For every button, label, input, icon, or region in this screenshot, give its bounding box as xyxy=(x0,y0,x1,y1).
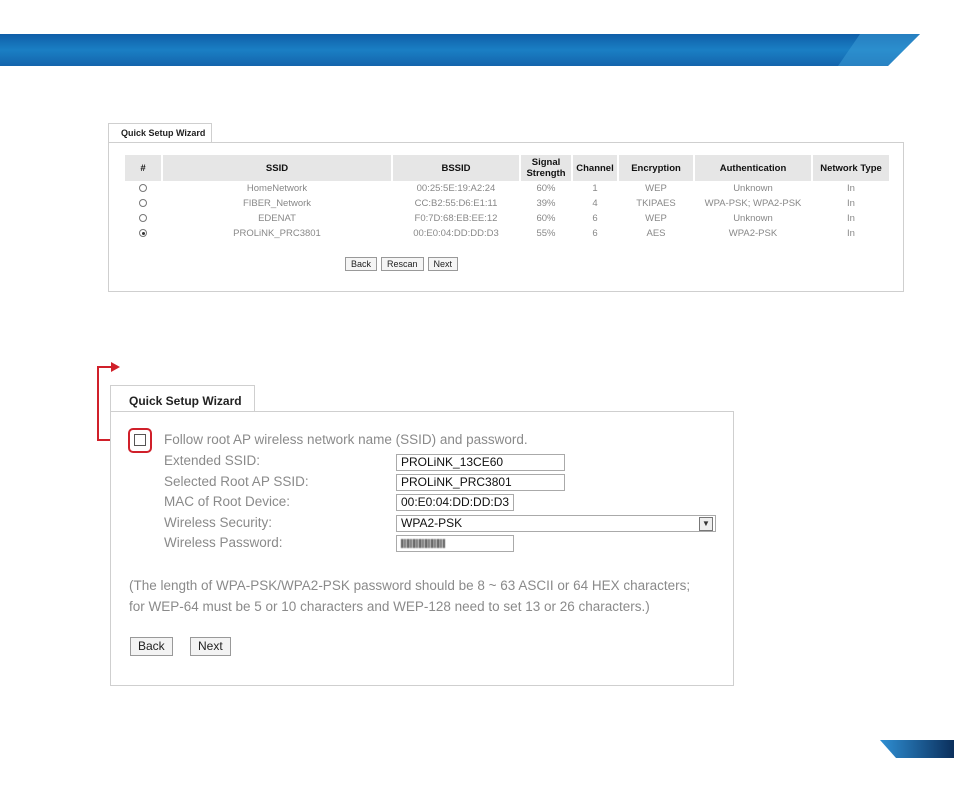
cell-network-type: In xyxy=(847,213,855,224)
cell-channel: 4 xyxy=(592,198,598,209)
follow-root-label: Follow root AP wireless network name (SS… xyxy=(164,432,528,447)
survey-button-row: Back Rescan Next xyxy=(345,257,459,271)
cell-network-type: In xyxy=(847,198,855,209)
cell-authentication: Unknown xyxy=(733,183,773,194)
radio-button[interactable] xyxy=(139,184,147,193)
follow-root-checkbox[interactable] xyxy=(134,434,146,446)
cell-encryption: WEP xyxy=(645,183,667,194)
row-radio[interactable] xyxy=(125,196,161,211)
row-radio[interactable] xyxy=(125,226,161,241)
col-index: # xyxy=(125,155,161,181)
col-authentication: Authentication xyxy=(695,155,811,181)
cell-bssid: F0:7D:68:EB:EE:12 xyxy=(414,213,498,224)
radio-button-selected[interactable] xyxy=(139,229,147,238)
table-row[interactable]: HomeNetwork 00:25:5E:19:A2:24 60% 1 WEP … xyxy=(125,181,889,196)
security-select[interactable]: WPA2-PSK ▼ xyxy=(396,515,716,532)
password-label: Wireless Password: xyxy=(164,535,283,550)
password-input[interactable] xyxy=(396,535,514,552)
back-button[interactable]: Back xyxy=(130,637,173,656)
security-selected-value: WPA2-PSK xyxy=(401,516,463,530)
chevron-down-icon[interactable]: ▼ xyxy=(699,517,713,531)
cell-encryption: TKIPAES xyxy=(636,198,676,209)
cell-ssid: EDENAT xyxy=(258,213,296,224)
cell-bssid: CC:B2:55:D6:E1:11 xyxy=(414,198,498,209)
radio-button[interactable] xyxy=(139,214,147,223)
site-survey-table: # SSID BSSID Signal Strength Channel Enc… xyxy=(123,155,891,241)
annotation-connector xyxy=(97,367,99,441)
cell-channel: 6 xyxy=(592,213,598,224)
cell-signal: 60% xyxy=(536,213,556,224)
wizard2-tab[interactable]: Quick Setup Wizard xyxy=(110,385,255,413)
annotation-arrow-icon xyxy=(111,362,120,372)
col-encryption: Encryption xyxy=(619,155,693,181)
table-row[interactable]: PROLiNK_PRC3801 00:E0:04:DD:DD:D3 55% 6 … xyxy=(125,226,889,241)
cell-authentication: WPA2-PSK xyxy=(728,228,778,239)
col-channel: Channel xyxy=(573,155,617,181)
next-button[interactable]: Next xyxy=(190,637,231,656)
col-bssid: BSSID xyxy=(393,155,519,181)
root-mac-label: MAC of Root Device: xyxy=(164,494,291,509)
col-ssid: SSID xyxy=(163,155,391,181)
cell-ssid: FIBER_Network xyxy=(242,198,312,209)
extended-ssid-input[interactable]: PROLiNK_13CE60 xyxy=(396,454,565,471)
next-button[interactable]: Next xyxy=(427,257,459,271)
extender-settings-panel: Follow root AP wireless network name (SS… xyxy=(110,411,734,686)
back-button[interactable]: Back xyxy=(345,257,378,271)
cell-signal: 55% xyxy=(536,228,556,239)
col-network-type: Network Type xyxy=(813,155,889,181)
table-header-row: # SSID BSSID Signal Strength Channel Enc… xyxy=(125,155,889,181)
cell-authentication: WPA-PSK; WPA2-PSK xyxy=(704,198,802,209)
cell-encryption: WEP xyxy=(645,213,667,224)
row-radio[interactable] xyxy=(125,211,161,226)
table-row[interactable]: FIBER_Network CC:B2:55:D6:E1:11 39% 4 TK… xyxy=(125,196,889,211)
root-mac-input[interactable]: 00:E0:04:DD:DD:D3 xyxy=(396,494,514,511)
cell-bssid: 00:25:5E:19:A2:24 xyxy=(416,183,496,194)
cell-channel: 1 xyxy=(592,183,598,194)
cell-channel: 6 xyxy=(592,228,598,239)
note-line-1: (The length of WPA-PSK/WPA2-PSK password… xyxy=(129,578,691,593)
password-length-note: (The length of WPA-PSK/WPA2-PSK password… xyxy=(129,575,690,617)
rescan-button[interactable]: Rescan xyxy=(381,257,424,271)
wizard1-tab[interactable]: Quick Setup Wizard xyxy=(108,123,212,143)
note-line-2: for WEP-64 must be 5 or 10 characters an… xyxy=(129,599,650,614)
col-signal: Signal Strength xyxy=(521,155,571,181)
security-label: Wireless Security: xyxy=(164,515,273,530)
table-row[interactable]: EDENAT F0:7D:68:EB:EE:12 60% 6 WEP Unkno… xyxy=(125,211,889,226)
header-banner xyxy=(0,34,920,66)
row-radio[interactable] xyxy=(125,181,161,196)
cell-signal: 39% xyxy=(536,198,556,209)
cell-bssid: 00:E0:04:DD:DD:D3 xyxy=(413,228,499,239)
cell-encryption: AES xyxy=(646,228,666,239)
radio-button[interactable] xyxy=(139,199,147,208)
site-survey-panel: # SSID BSSID Signal Strength Channel Enc… xyxy=(108,142,904,292)
cell-ssid: HomeNetwork xyxy=(246,183,308,194)
extended-ssid-label: Extended SSID: xyxy=(164,453,261,468)
root-ssid-input[interactable]: PROLiNK_PRC3801 xyxy=(396,474,565,491)
annotation-connector-top xyxy=(97,366,112,368)
cell-ssid: PROLiNK_PRC3801 xyxy=(233,228,321,239)
cell-network-type: In xyxy=(847,183,855,194)
cell-signal: 60% xyxy=(536,183,556,194)
blurred-password xyxy=(401,539,445,548)
cell-authentication: Unknown xyxy=(733,213,773,224)
root-ssid-label: Selected Root AP SSID: xyxy=(164,474,309,489)
cell-network-type: In xyxy=(847,228,855,239)
corner-decoration xyxy=(880,740,954,758)
